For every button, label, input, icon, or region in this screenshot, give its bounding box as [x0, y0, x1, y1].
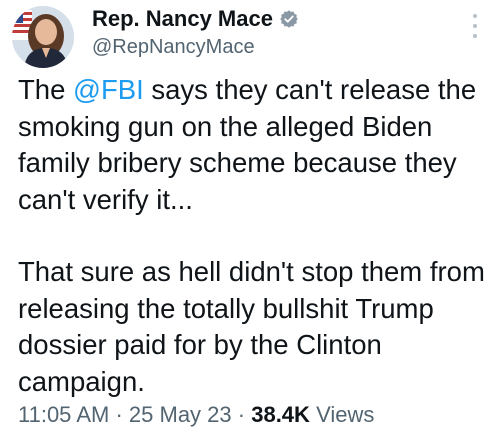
- meta-separator: ·: [237, 402, 246, 427]
- verified-badge-icon: [279, 9, 299, 29]
- views-label: Views: [316, 402, 375, 427]
- tweet-time[interactable]: 11:05 AM: [18, 402, 109, 427]
- meta-separator: ·: [115, 402, 123, 427]
- tweet-text: The @FBI says they can't release the smo…: [18, 72, 488, 400]
- tweet-text-segment: The: [18, 74, 74, 105]
- tweet-paragraph-1: The @FBI says they can't release the smo…: [18, 72, 488, 218]
- avatar-image: [12, 6, 74, 68]
- tweet-header: Rep. Nancy Mace @RepNancyMace: [0, 0, 500, 70]
- tweet-paragraph-2: That sure as hell didn't stop them from …: [18, 256, 485, 397]
- more-options-icon[interactable]: [472, 14, 478, 38]
- author-names: Rep. Nancy Mace @RepNancyMace: [92, 6, 299, 60]
- tweet-meta: 11:05 AM · 25 May 23 · 38.4K Views: [18, 401, 374, 429]
- tweet-date[interactable]: 25 May 23: [129, 402, 232, 427]
- mention-link[interactable]: @FBI: [73, 74, 144, 105]
- avatar[interactable]: [12, 6, 74, 68]
- handle[interactable]: @RepNancyMace: [92, 34, 299, 60]
- display-name[interactable]: Rep. Nancy Mace: [92, 6, 273, 32]
- views-count: 38.4K: [251, 402, 310, 427]
